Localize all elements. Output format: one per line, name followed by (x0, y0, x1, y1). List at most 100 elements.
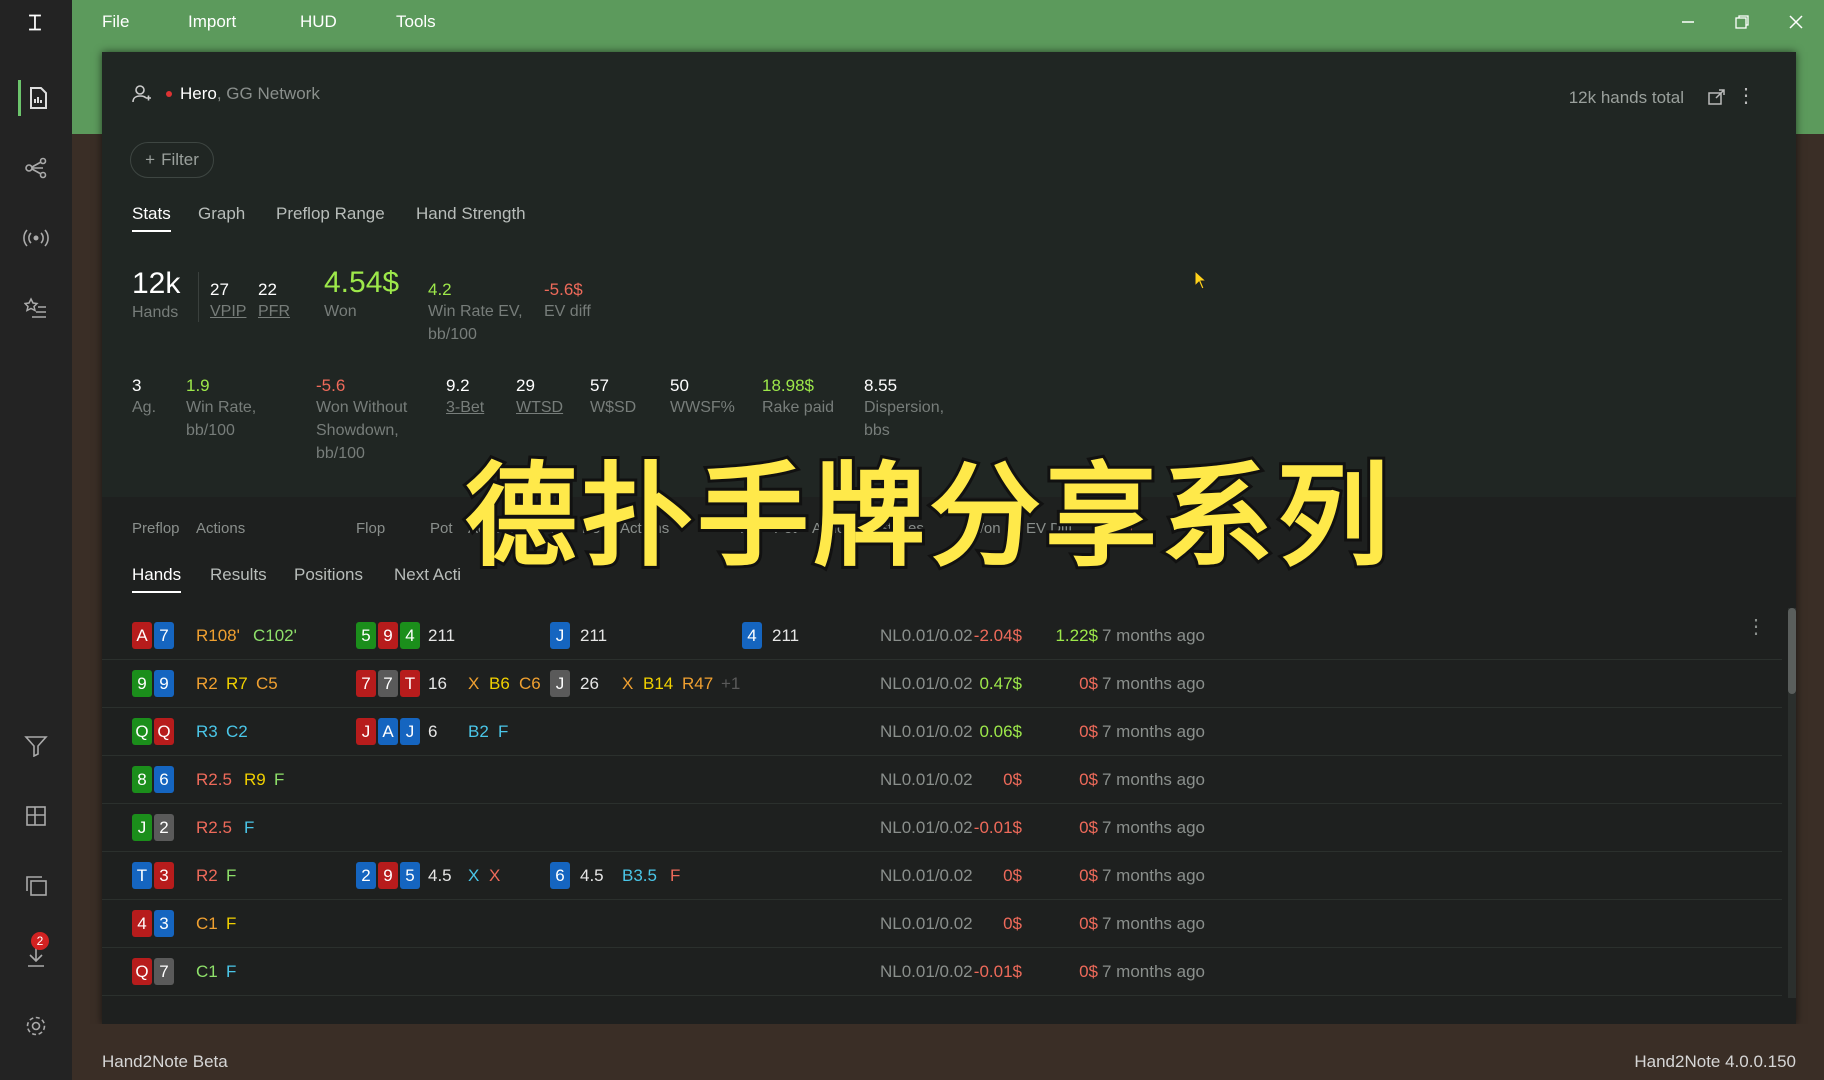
tab-graph[interactable]: Graph (198, 204, 245, 224)
card: Q (132, 958, 152, 985)
action-label[interactable]: F (498, 718, 508, 745)
action-label[interactable]: C2 (226, 718, 248, 745)
action-label[interactable]: X (622, 670, 633, 697)
table-row[interactable]: 9 9 R2 R7 C5 7 7 T 16 X B6 C6 J 26 X B14 R47 +1 NL0.01/0.0… (102, 660, 1782, 708)
action-label[interactable]: R9 (244, 766, 266, 793)
ev-diff-cell: 0$ (1079, 722, 1098, 741)
col-preflop[interactable]: Preflop (132, 520, 180, 537)
date-cell: 7 months ago (1102, 674, 1206, 693)
card: 7 (356, 670, 376, 697)
action-label[interactable]: F (244, 814, 254, 841)
filter-button[interactable]: + Filter (130, 142, 214, 178)
scrollbar-thumb[interactable] (1788, 608, 1796, 694)
action-label[interactable]: X (489, 862, 500, 889)
reports-icon[interactable] (18, 80, 54, 116)
flop-pot: 4.5 (428, 866, 452, 885)
popout-icon[interactable] (1708, 88, 1726, 111)
table-row[interactable]: T 3 R2 F 2 9 5 4.5 X X 6 4.5 B3.5 F NL0.01/0.02 0$ 0$ 7 m… (102, 852, 1782, 900)
card: J (550, 670, 570, 697)
date-cell: 7 months ago (1102, 818, 1206, 837)
action-label[interactable]: C5 (256, 670, 278, 697)
player-name[interactable]: Hero (180, 84, 217, 104)
layout-icon[interactable] (18, 798, 54, 834)
action-label[interactable]: X (468, 862, 479, 889)
card: T (132, 862, 152, 889)
action-label[interactable]: F (226, 958, 236, 985)
card: 9 (378, 862, 398, 889)
tab-hands[interactable]: Hands (132, 565, 182, 593)
menu-import[interactable]: Import (188, 12, 236, 32)
col-actions-preflop[interactable]: Actions (196, 520, 245, 537)
menu-file[interactable]: File (102, 12, 129, 32)
tab-positions[interactable]: Positions (294, 565, 363, 585)
tab-results[interactable]: Results (210, 565, 267, 585)
table-row[interactable]: 4 3 C1 F NL0.01/0.02 0$ 0$ 7 months ago (102, 900, 1782, 948)
copy-icon[interactable] (18, 868, 54, 904)
favorites-icon[interactable] (18, 290, 54, 326)
graph-share-icon[interactable] (18, 150, 54, 186)
action-label[interactable]: F (226, 862, 236, 889)
action-label[interactable]: R2 (196, 862, 218, 889)
action-label[interactable]: B2 (468, 718, 489, 745)
col-flop[interactable]: Flop (356, 520, 385, 537)
table-row[interactable]: 8 6 R2.5 R9 F NL0.01/0.02 0$ 0$ 7 months ago (102, 756, 1782, 804)
card: 2 (356, 862, 376, 889)
won-cell: -0.01$ (973, 818, 1022, 837)
action-label[interactable]: R2.5 (196, 766, 232, 793)
table-row[interactable]: J 2 R2.5 F NL0.01/0.02 -0.01$ 0$ 7 months ago (102, 804, 1782, 852)
ev-diff-cell: 0$ (1079, 674, 1098, 693)
tab-preflop-range[interactable]: Preflop Range (276, 204, 385, 224)
minimize-icon[interactable] (1676, 10, 1700, 34)
action-label[interactable]: C1 (196, 958, 218, 985)
stat-dispersion: 8.55 Dispersion, bbs (864, 376, 945, 439)
action-label[interactable]: R2.5 (196, 814, 232, 841)
filter-icon[interactable] (18, 728, 54, 764)
card: 4 (400, 622, 420, 649)
river-pot: 211 (772, 626, 800, 645)
download-badge: 2 (31, 932, 49, 950)
tab-next-action[interactable]: Next Acti (394, 565, 461, 585)
action-label[interactable]: B6 (489, 670, 510, 697)
action-label[interactable]: R108' (196, 622, 240, 649)
tab-hand-strength[interactable]: Hand Strength (416, 204, 526, 224)
menu-tools[interactable]: Tools (396, 12, 436, 32)
restore-icon[interactable] (1730, 10, 1754, 34)
ev-diff-cell: 0$ (1079, 866, 1098, 885)
ev-diff-cell: 1.22$ (1055, 626, 1098, 645)
action-label[interactable]: F (274, 766, 284, 793)
close-icon[interactable] (1784, 10, 1808, 34)
action-label[interactable]: R7 (226, 670, 248, 697)
action-label[interactable]: R3 (196, 718, 218, 745)
date-cell: 7 months ago (1102, 866, 1206, 885)
stat-pfr: 22 PFR (258, 280, 290, 320)
card: 3 (154, 862, 174, 889)
action-label[interactable]: C1 (196, 910, 218, 937)
stat-win-rate: 1.9 Win Rate, bb/100 (186, 376, 257, 439)
table-row[interactable]: A 7 R108' C102' 5 9 4 211 J 211 4 211 NL0.01/0.02 -2.… (102, 612, 1782, 660)
action-label[interactable]: R2 (196, 670, 218, 697)
more-vert-icon[interactable]: ⋮ (1736, 86, 1756, 106)
table-row[interactable]: Q 7 C1 F NL0.01/0.02 -0.01$ 0$ 7 months ago (102, 948, 1782, 996)
stat-ev-diff: -5.6$ EV diff (544, 280, 591, 320)
action-label[interactable]: F (670, 862, 680, 889)
action-label[interactable]: B14 (643, 670, 673, 697)
tab-stats[interactable]: Stats (132, 204, 171, 232)
action-label[interactable]: C102' (253, 622, 297, 649)
status-bar (72, 1024, 1824, 1080)
action-label[interactable]: B3.5 (622, 862, 657, 889)
app-logo: ⌶ (28, 10, 42, 35)
table-row[interactable]: Q Q R3 C2 J A J 6 B2 F NL0.01/0.02 0.06$ 0$ 7 months … (102, 708, 1782, 756)
action-label[interactable]: R47 (682, 670, 713, 697)
settings-icon[interactable] (18, 1008, 54, 1044)
col-pot-flop[interactable]: Pot (430, 520, 453, 537)
menu-hud[interactable]: HUD (300, 12, 337, 32)
broadcast-icon[interactable] (18, 220, 54, 256)
action-label[interactable]: F (226, 910, 236, 937)
player-network: , GG Network (216, 84, 320, 103)
action-label[interactable]: X (468, 670, 479, 697)
date-cell: 7 months ago (1102, 914, 1206, 933)
card: A (132, 622, 152, 649)
action-label[interactable]: +1 (721, 670, 740, 697)
stat-hands: 12k Hands (132, 267, 181, 321)
action-label[interactable]: C6 (519, 670, 541, 697)
